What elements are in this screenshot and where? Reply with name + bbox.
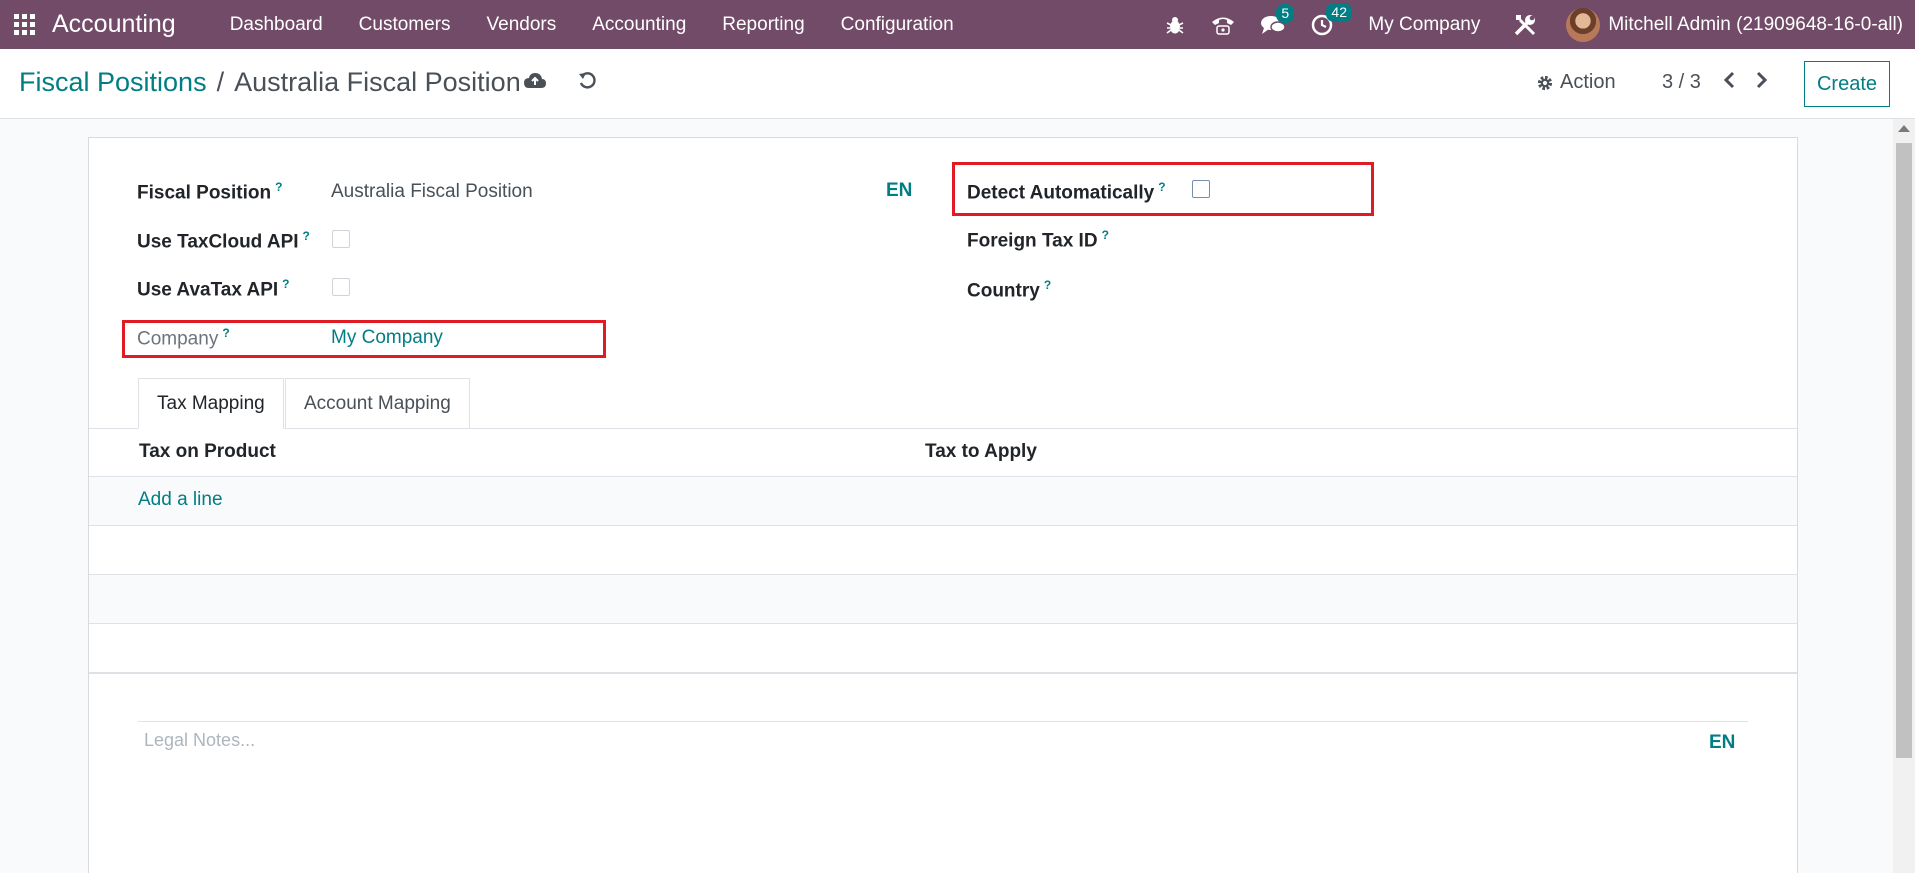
help-tooltip-icon[interactable]: ? (222, 326, 229, 340)
tools-icon[interactable] (1512, 12, 1538, 38)
breadcrumb-fiscal-positions[interactable]: Fiscal Positions (19, 67, 207, 98)
use-taxcloud-label: Use TaxCloud API? (137, 229, 310, 253)
clock-icon[interactable]: 42 (1310, 2, 1352, 37)
menu-item-accounting[interactable]: Accounting (574, 14, 704, 36)
scrollbar[interactable] (1893, 119, 1915, 873)
phone-icon[interactable] (1210, 14, 1236, 36)
table-row-divider (89, 623, 1797, 624)
top-navbar: Accounting Dashboard Customers Vendors A… (0, 0, 1915, 49)
help-tooltip-icon[interactable]: ? (282, 277, 289, 291)
scroll-up-arrow-icon[interactable] (1898, 125, 1910, 132)
legal-notes-lang-button[interactable]: EN (1709, 732, 1735, 754)
tab-account-mapping[interactable]: Account Mapping (285, 378, 470, 429)
gear-icon (1537, 75, 1553, 90)
control-panel: Fiscal Positions / Australia Fiscal Posi… (0, 49, 1915, 119)
fiscal-position-label: Fiscal Position? (137, 180, 283, 204)
use-taxcloud-checkbox[interactable] (332, 230, 350, 248)
help-tooltip-icon[interactable]: ? (303, 229, 310, 243)
company-switcher[interactable]: My Company (1368, 14, 1480, 36)
bug-icon[interactable] (1164, 14, 1186, 36)
create-button[interactable]: Create (1804, 61, 1890, 107)
country-label: Country? (967, 278, 1052, 302)
action-button[interactable]: Action (1536, 71, 1616, 94)
main-menu: Dashboard Customers Vendors Accounting R… (212, 14, 972, 36)
fiscal-position-lang-button[interactable]: EN (886, 180, 912, 202)
chevron-left-icon[interactable] (1722, 70, 1736, 95)
activities-count-badge: 42 (1326, 2, 1352, 22)
fiscal-position-field[interactable]: Australia Fiscal Position (331, 181, 533, 203)
tab-tax-mapping[interactable]: Tax Mapping (138, 378, 284, 429)
detect-automatically-checkbox[interactable] (1192, 180, 1210, 198)
column-tax-on-product[interactable]: Tax on Product (139, 441, 276, 463)
legal-notes-field[interactable]: Legal Notes... (144, 730, 255, 751)
user-menu[interactable]: Mitchell Admin (21909648-16-0-all) (1608, 14, 1903, 36)
discard-undo-icon[interactable] (578, 71, 598, 96)
menu-item-dashboard[interactable]: Dashboard (212, 14, 341, 36)
breadcrumb-separator: / (216, 67, 225, 97)
form-sheet: Fiscal Position? Australia Fiscal Positi… (88, 137, 1798, 873)
notes-divider (138, 721, 1748, 722)
action-label: Action (1560, 71, 1616, 93)
apps-grid-icon[interactable] (12, 13, 36, 37)
help-tooltip-icon[interactable]: ? (1158, 180, 1165, 194)
foreign-tax-id-label: Foreign Tax ID? (967, 228, 1109, 252)
use-avatax-label: Use AvaTax API? (137, 277, 290, 301)
table-row-divider (89, 525, 1797, 526)
add-a-line-link[interactable]: Add a line (138, 489, 223, 511)
scroll-thumb[interactable] (1896, 143, 1912, 758)
table-bottom-divider (89, 672, 1797, 674)
menu-item-customers[interactable]: Customers (341, 14, 469, 36)
save-cloud-icon[interactable] (523, 71, 547, 96)
pager-value[interactable]: 3 / 3 (1662, 71, 1701, 94)
help-tooltip-icon[interactable]: ? (275, 180, 282, 194)
menu-item-reporting[interactable]: Reporting (704, 14, 822, 36)
help-tooltip-icon[interactable]: ? (1044, 278, 1051, 292)
menu-item-configuration[interactable]: Configuration (823, 14, 972, 36)
chevron-right-icon[interactable] (1755, 70, 1769, 95)
detect-automatically-label: Detect Automatically? (967, 180, 1166, 204)
company-field[interactable]: My Company (331, 327, 443, 349)
breadcrumb: Fiscal Positions / Australia Fiscal Posi… (19, 67, 521, 98)
messages-count-badge: 5 (1276, 3, 1295, 23)
menu-item-vendors[interactable]: Vendors (469, 14, 575, 36)
systray: 5 42 My Company Mitchell Admin (21909648… (1152, 0, 1915, 49)
table-row (89, 575, 1797, 623)
column-tax-to-apply[interactable]: Tax to Apply (925, 441, 1037, 463)
app-brand[interactable]: Accounting (52, 10, 176, 39)
page-title: Australia Fiscal Position (234, 67, 521, 97)
help-tooltip-icon[interactable]: ? (1102, 228, 1109, 242)
use-avatax-checkbox[interactable] (332, 278, 350, 296)
avatar[interactable] (1566, 7, 1601, 42)
table-row (89, 477, 1797, 525)
chat-icon[interactable]: 5 (1260, 3, 1295, 36)
company-label: Company? (137, 326, 230, 350)
